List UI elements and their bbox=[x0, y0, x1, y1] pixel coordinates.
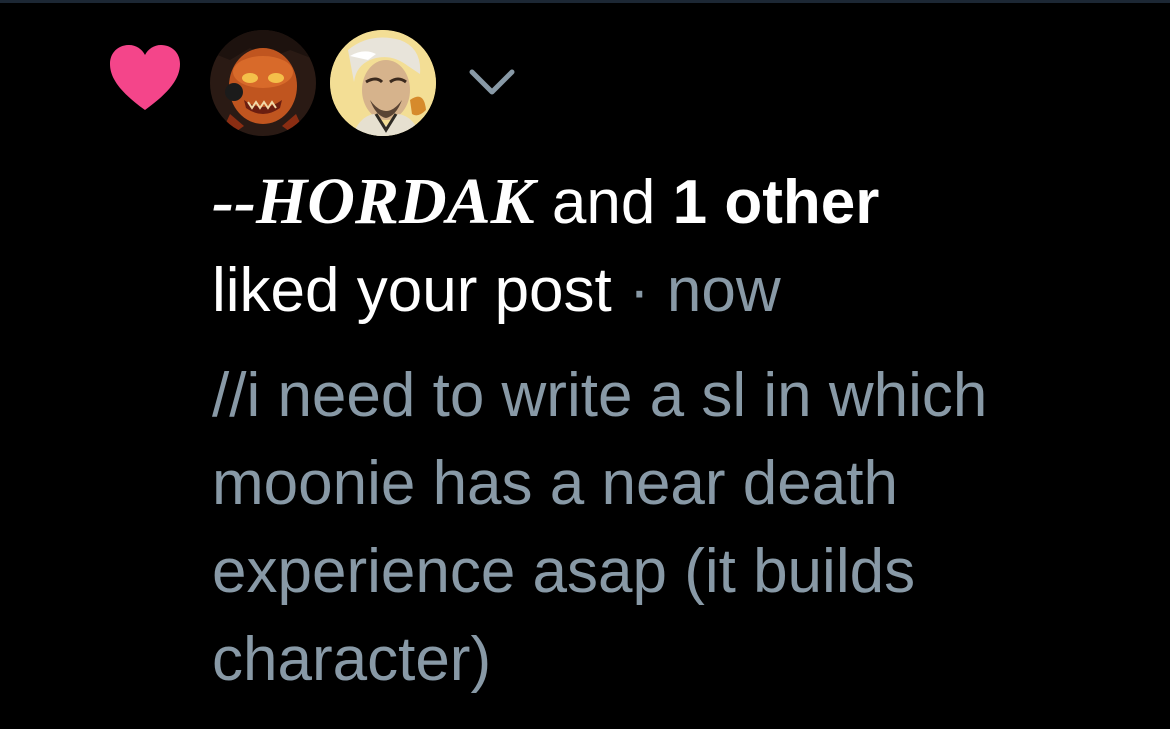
avatar-icon bbox=[330, 30, 436, 136]
notification-headline: --HORDAK and 1 other liked your post · n… bbox=[212, 158, 1152, 335]
separator-dot: · bbox=[629, 256, 650, 325]
avatar-icon bbox=[210, 30, 316, 136]
post-preview-line: //i need to write a sl in which bbox=[212, 361, 988, 430]
action-text: liked your post bbox=[212, 256, 612, 325]
and-text: and bbox=[551, 168, 656, 237]
post-preview[interactable]: //i need to write a sl in which moonie h… bbox=[212, 352, 1152, 704]
heart-icon bbox=[110, 45, 180, 110]
post-preview-line: experience asap (it builds bbox=[212, 537, 916, 606]
like-notification[interactable]: --HORDAK and 1 other liked your post · n… bbox=[0, 0, 1170, 729]
avatar-other[interactable] bbox=[330, 30, 436, 136]
post-preview-line: moonie has a near death bbox=[212, 449, 898, 518]
username-link[interactable]: --HORDAK bbox=[212, 165, 535, 238]
chevron-down-icon[interactable] bbox=[466, 66, 518, 98]
others-count-link[interactable]: 1 other bbox=[673, 168, 880, 237]
avatar-hordak[interactable] bbox=[210, 30, 316, 136]
timestamp: now bbox=[666, 256, 781, 325]
post-preview-line: character) bbox=[212, 625, 492, 694]
